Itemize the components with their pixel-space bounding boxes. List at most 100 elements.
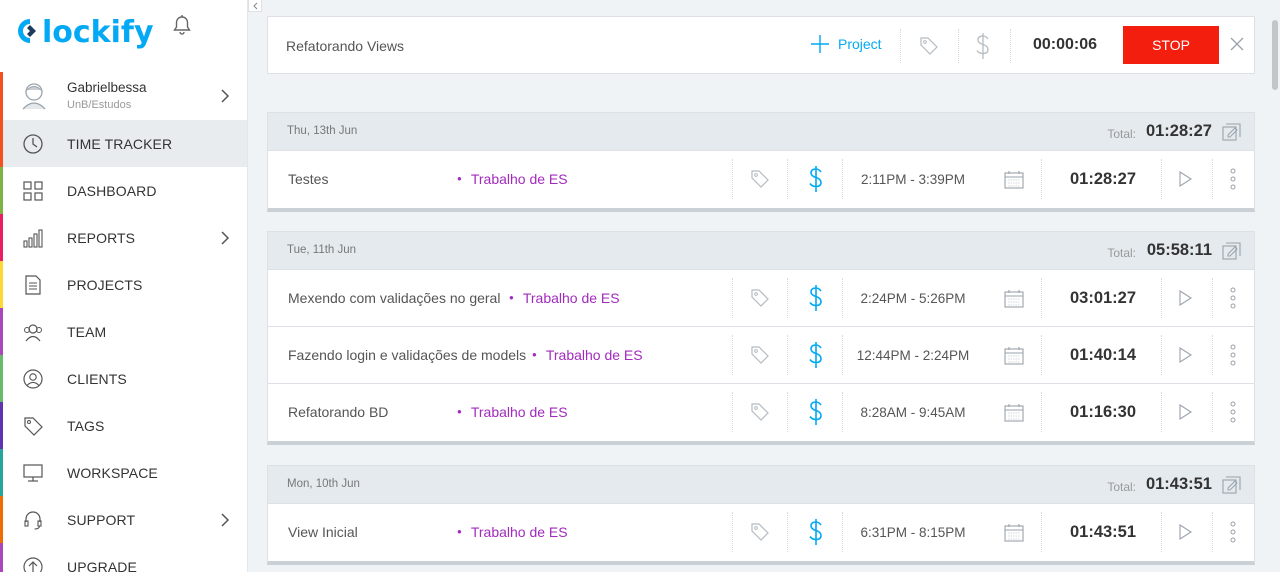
- sidebar-item-time-tracker[interactable]: TIME TRACKER: [0, 120, 247, 167]
- day-total: 05:58:11: [1146, 241, 1212, 259]
- more-options-icon[interactable]: [1229, 168, 1237, 190]
- user-name: Gabrielbessa: [67, 80, 147, 95]
- project-picker-button[interactable]: Project: [810, 34, 882, 54]
- user-menu[interactable]: Gabrielbessa UnB/Estudos: [0, 72, 247, 120]
- projects-icon: [25, 275, 41, 295]
- bulk-edit-icon[interactable]: [1222, 242, 1242, 260]
- tag-icon[interactable]: [750, 402, 770, 422]
- sidebar-item-reports[interactable]: REPORTS: [0, 214, 247, 261]
- divider: [1041, 159, 1042, 199]
- sidebar-item-upgrade[interactable]: UPGRADE: [0, 543, 247, 572]
- entry-project[interactable]: Trabalho de ES: [532, 347, 643, 363]
- play-icon[interactable]: [1177, 347, 1193, 363]
- tag-icon[interactable]: [750, 288, 770, 308]
- entry-duration[interactable]: 01:43:51: [1048, 523, 1158, 542]
- play-icon[interactable]: [1177, 290, 1193, 306]
- avatar: [22, 83, 46, 110]
- stop-button[interactable]: STOP: [1123, 26, 1219, 64]
- close-icon[interactable]: [1230, 37, 1244, 51]
- entry-time-range[interactable]: 8:28AM - 9:45AM: [848, 405, 978, 420]
- divider: [1212, 159, 1213, 199]
- sidebar-item-tags[interactable]: TAGS: [0, 402, 247, 449]
- play-icon[interactable]: [1177, 524, 1193, 540]
- total-label: Total:: [1107, 246, 1136, 260]
- nav-color-bar: [0, 543, 3, 572]
- main-content: Refatorando Views Project 00:00:06 STOP …: [266, 0, 1256, 572]
- entry-project[interactable]: Trabalho de ES: [457, 524, 568, 540]
- calendar-icon[interactable]: [1004, 403, 1024, 422]
- bulk-edit-icon[interactable]: [1222, 476, 1242, 494]
- bell-icon[interactable]: [172, 14, 192, 36]
- sidebar-item-workspace[interactable]: WORKSPACE: [0, 449, 247, 496]
- entry-project[interactable]: Trabalho de ES: [457, 171, 568, 187]
- chevron-right-icon: [221, 513, 230, 527]
- sidebar-collapse-button[interactable]: [248, 0, 262, 12]
- more-options-icon[interactable]: [1229, 401, 1237, 423]
- entry-duration[interactable]: 01:28:27: [1048, 170, 1158, 189]
- sidebar-item-clients[interactable]: CLIENTS: [0, 355, 247, 402]
- divider: [732, 392, 733, 432]
- more-options-icon[interactable]: [1229, 521, 1237, 543]
- billable-dollar-icon[interactable]: [976, 33, 990, 59]
- billable-dollar-icon[interactable]: [809, 342, 823, 368]
- entry-time-range[interactable]: 6:31PM - 8:15PM: [848, 525, 978, 540]
- play-icon[interactable]: [1177, 171, 1193, 187]
- tag-icon[interactable]: [750, 522, 770, 542]
- reports-icon: [23, 229, 43, 248]
- sidebar-item-label: SUPPORT: [67, 511, 136, 528]
- entry-description[interactable]: Testes: [288, 171, 328, 187]
- time-entry-row[interactable]: Testes Trabalho de ES 2:11PM - 3:39PM 01: [268, 151, 1254, 208]
- entry-project[interactable]: Trabalho de ES: [457, 404, 568, 420]
- entry-duration[interactable]: 01:16:30: [1048, 403, 1158, 422]
- divider: [787, 159, 788, 199]
- tag-icon[interactable]: [750, 345, 770, 365]
- entry-duration[interactable]: 03:01:27: [1048, 289, 1158, 308]
- entry-time-range[interactable]: 2:24PM - 5:26PM: [848, 291, 978, 306]
- sidebar-item-support[interactable]: SUPPORT: [0, 496, 247, 543]
- calendar-icon[interactable]: [1004, 289, 1024, 308]
- entry-description[interactable]: View Inicial: [288, 524, 358, 540]
- time-entry-row[interactable]: View Inicial Trabalho de ES 6:31PM - 8:1…: [268, 504, 1254, 561]
- entry-duration[interactable]: 01:40:14: [1048, 346, 1158, 365]
- day-group-date: Thu, 13th Jun: [287, 125, 358, 137]
- calendar-icon[interactable]: [1004, 346, 1024, 365]
- play-icon[interactable]: [1177, 404, 1193, 420]
- entry-project[interactable]: Trabalho de ES: [509, 290, 620, 306]
- calendar-icon[interactable]: [1004, 170, 1024, 189]
- more-options-icon[interactable]: [1229, 287, 1237, 309]
- sidebar-item-label: UPGRADE: [67, 558, 137, 572]
- scrollbar[interactable]: [1270, 0, 1280, 572]
- nav-color-bar: [0, 308, 3, 355]
- divider: [842, 335, 843, 375]
- divider: [842, 392, 843, 432]
- time-entry-row[interactable]: Mexendo com validações no geral Trabalho…: [268, 270, 1254, 327]
- scrollbar-thumb[interactable]: [1272, 20, 1278, 90]
- entry-time-range[interactable]: 2:11PM - 3:39PM: [848, 172, 978, 187]
- timer-description-input[interactable]: Refatorando Views: [286, 38, 404, 54]
- tag-icon[interactable]: [750, 169, 770, 189]
- app-logo-mark[interactable]: lockify: [16, 11, 156, 51]
- day-group: Tue, 11th Jun Total: 05:58:11 Mexendo co…: [267, 231, 1255, 445]
- sidebar-item-dashboard[interactable]: DASHBOARD: [0, 167, 247, 214]
- billable-dollar-icon[interactable]: [809, 285, 823, 311]
- entry-description[interactable]: Mexendo com validações no geral: [288, 290, 500, 306]
- workspace-name: UnB/Estudos: [67, 99, 132, 111]
- billable-dollar-icon[interactable]: [809, 399, 823, 425]
- day-group-header: Thu, 13th Jun Total: 01:28:27: [268, 113, 1254, 151]
- more-options-icon[interactable]: [1229, 344, 1237, 366]
- calendar-icon[interactable]: [1004, 523, 1024, 542]
- billable-dollar-icon[interactable]: [809, 519, 823, 545]
- entry-time-range[interactable]: 12:44PM - 2:24PM: [848, 348, 978, 363]
- entry-description[interactable]: Refatorando BD: [288, 404, 388, 420]
- tag-icon: [24, 417, 43, 436]
- sidebar-item-projects[interactable]: PROJECTS: [0, 261, 247, 308]
- sidebar-item-team[interactable]: TEAM: [0, 308, 247, 355]
- time-entry-row[interactable]: Fazendo login e validações de models Tra…: [268, 327, 1254, 384]
- entry-description[interactable]: Fazendo login e validações de models: [288, 347, 526, 363]
- day-group-header: Mon, 10th Jun Total: 01:43:51: [268, 466, 1254, 504]
- tag-icon[interactable]: [919, 36, 939, 56]
- time-entry-row[interactable]: Refatorando BD Trabalho de ES 8:28AM - 9…: [268, 384, 1254, 441]
- bulk-edit-icon[interactable]: [1222, 123, 1242, 141]
- divider: [1161, 392, 1162, 432]
- billable-dollar-icon[interactable]: [809, 166, 823, 192]
